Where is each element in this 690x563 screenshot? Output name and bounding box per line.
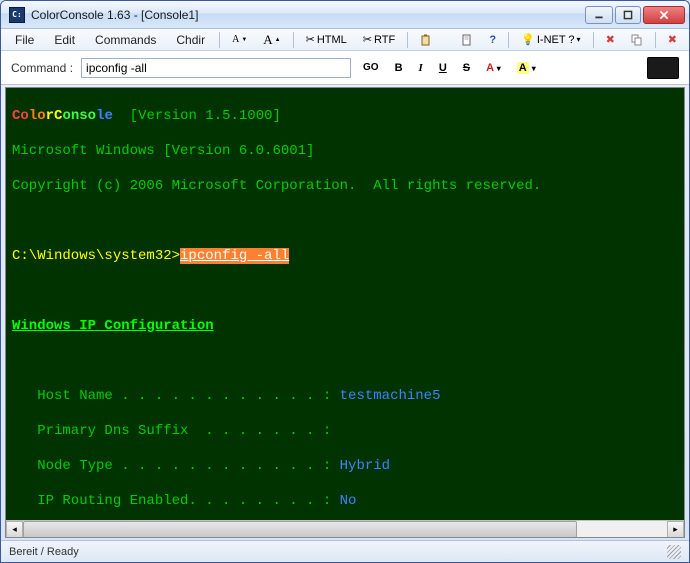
lightbulb-icon: 💡 bbox=[521, 33, 535, 46]
node-val: Hybrid bbox=[340, 458, 390, 474]
host-val: testmachine5 bbox=[340, 388, 441, 404]
go-button[interactable]: GO bbox=[359, 60, 383, 75]
separator bbox=[407, 32, 408, 48]
iprouting-val: No bbox=[340, 493, 357, 509]
command-input[interactable] bbox=[81, 58, 351, 78]
font-color-button[interactable]: A ▾ bbox=[482, 60, 505, 76]
close-tab-icon[interactable]: ✖ bbox=[662, 31, 683, 48]
font-smaller-button[interactable]: A▼ bbox=[226, 32, 253, 47]
separator bbox=[508, 32, 509, 48]
separator bbox=[293, 32, 294, 48]
node-key: Node Type . . . . . . . . . . . . : bbox=[12, 458, 340, 474]
scissors-icon: ✂ bbox=[363, 33, 372, 46]
iprouting-key: IP Routing Enabled. . . . . . . . : bbox=[12, 493, 340, 509]
inet-button[interactable]: 💡I-NET ? ▾ bbox=[515, 31, 586, 48]
resize-grip[interactable] bbox=[667, 545, 681, 559]
command-bar: Command : GO B I U S A ▾ A ▾ bbox=[1, 51, 689, 85]
section-ipconfig: Windows IP Configuration bbox=[12, 318, 214, 334]
titlebar: C: ColorConsole 1.63 - [Console1] bbox=[1, 1, 689, 29]
host-key: Host Name . . . . . . . . . . . . : bbox=[12, 388, 340, 404]
scroll-thumb[interactable] bbox=[23, 521, 577, 538]
bold-button[interactable]: B bbox=[391, 60, 407, 76]
strike-button[interactable]: S bbox=[459, 60, 474, 76]
console-container: ColorConsole [Version 1.5.1000] Microsof… bbox=[5, 87, 685, 538]
console-output[interactable]: ColorConsole [Version 1.5.1000] Microsof… bbox=[6, 88, 684, 520]
italic-button[interactable]: I bbox=[415, 60, 427, 76]
menu-edit[interactable]: Edit bbox=[46, 31, 83, 49]
ms-version-line: Microsoft Windows [Version 6.0.6001] bbox=[12, 143, 678, 161]
export-rtf-button[interactable]: ✂RTF bbox=[357, 31, 401, 48]
separator bbox=[655, 32, 656, 48]
delete-icon[interactable]: ✖ bbox=[600, 31, 621, 48]
copy-icon[interactable] bbox=[625, 32, 649, 48]
scissors-icon: ✂ bbox=[306, 33, 315, 46]
scroll-left-button[interactable]: ◂ bbox=[6, 521, 23, 538]
banner-version: [Version 1.5.1000] bbox=[113, 108, 281, 124]
app-icon: C: bbox=[9, 7, 25, 23]
horizontal-scrollbar[interactable]: ◂ ▸ bbox=[6, 520, 684, 537]
separator bbox=[593, 32, 594, 48]
keyboard-icon[interactable] bbox=[647, 57, 679, 79]
help-button[interactable]: ? bbox=[483, 32, 502, 48]
window-buttons bbox=[585, 6, 685, 24]
menu-file[interactable]: File bbox=[7, 31, 42, 49]
paste-icon[interactable] bbox=[414, 32, 438, 48]
copyright-line: Copyright (c) 2006 Microsoft Corporation… bbox=[12, 178, 678, 196]
scroll-right-button[interactable]: ▸ bbox=[667, 521, 684, 538]
window-title: ColorConsole 1.63 - [Console1] bbox=[31, 8, 585, 22]
close-button[interactable] bbox=[643, 6, 685, 24]
statusbar: Bereit / Ready bbox=[1, 540, 689, 562]
new-document-icon[interactable] bbox=[455, 32, 479, 48]
app-window: C: ColorConsole 1.63 - [Console1] File E… bbox=[0, 0, 690, 563]
typed-command: ipconfig -all bbox=[180, 248, 289, 264]
scroll-track[interactable] bbox=[23, 521, 667, 538]
underline-button[interactable]: U bbox=[435, 60, 451, 76]
export-html-button[interactable]: ✂HTML bbox=[300, 31, 353, 48]
menu-chdir[interactable]: Chdir bbox=[168, 31, 213, 49]
menu-commands[interactable]: Commands bbox=[87, 31, 164, 49]
separator bbox=[219, 32, 220, 48]
command-label: Command : bbox=[11, 61, 73, 75]
minimize-button[interactable] bbox=[585, 6, 613, 24]
menubar: File Edit Commands Chdir A▼ A▲ ✂HTML ✂RT… bbox=[1, 29, 689, 51]
prompt: C:\Windows\system32> bbox=[12, 248, 180, 264]
dns-key: Primary Dns Suffix . . . . . . . : bbox=[12, 423, 331, 439]
maximize-button[interactable] bbox=[615, 6, 641, 24]
font-larger-button[interactable]: A▲ bbox=[257, 30, 286, 50]
status-text: Bereit / Ready bbox=[9, 546, 79, 558]
highlight-color-button[interactable]: A ▾ bbox=[513, 60, 540, 76]
